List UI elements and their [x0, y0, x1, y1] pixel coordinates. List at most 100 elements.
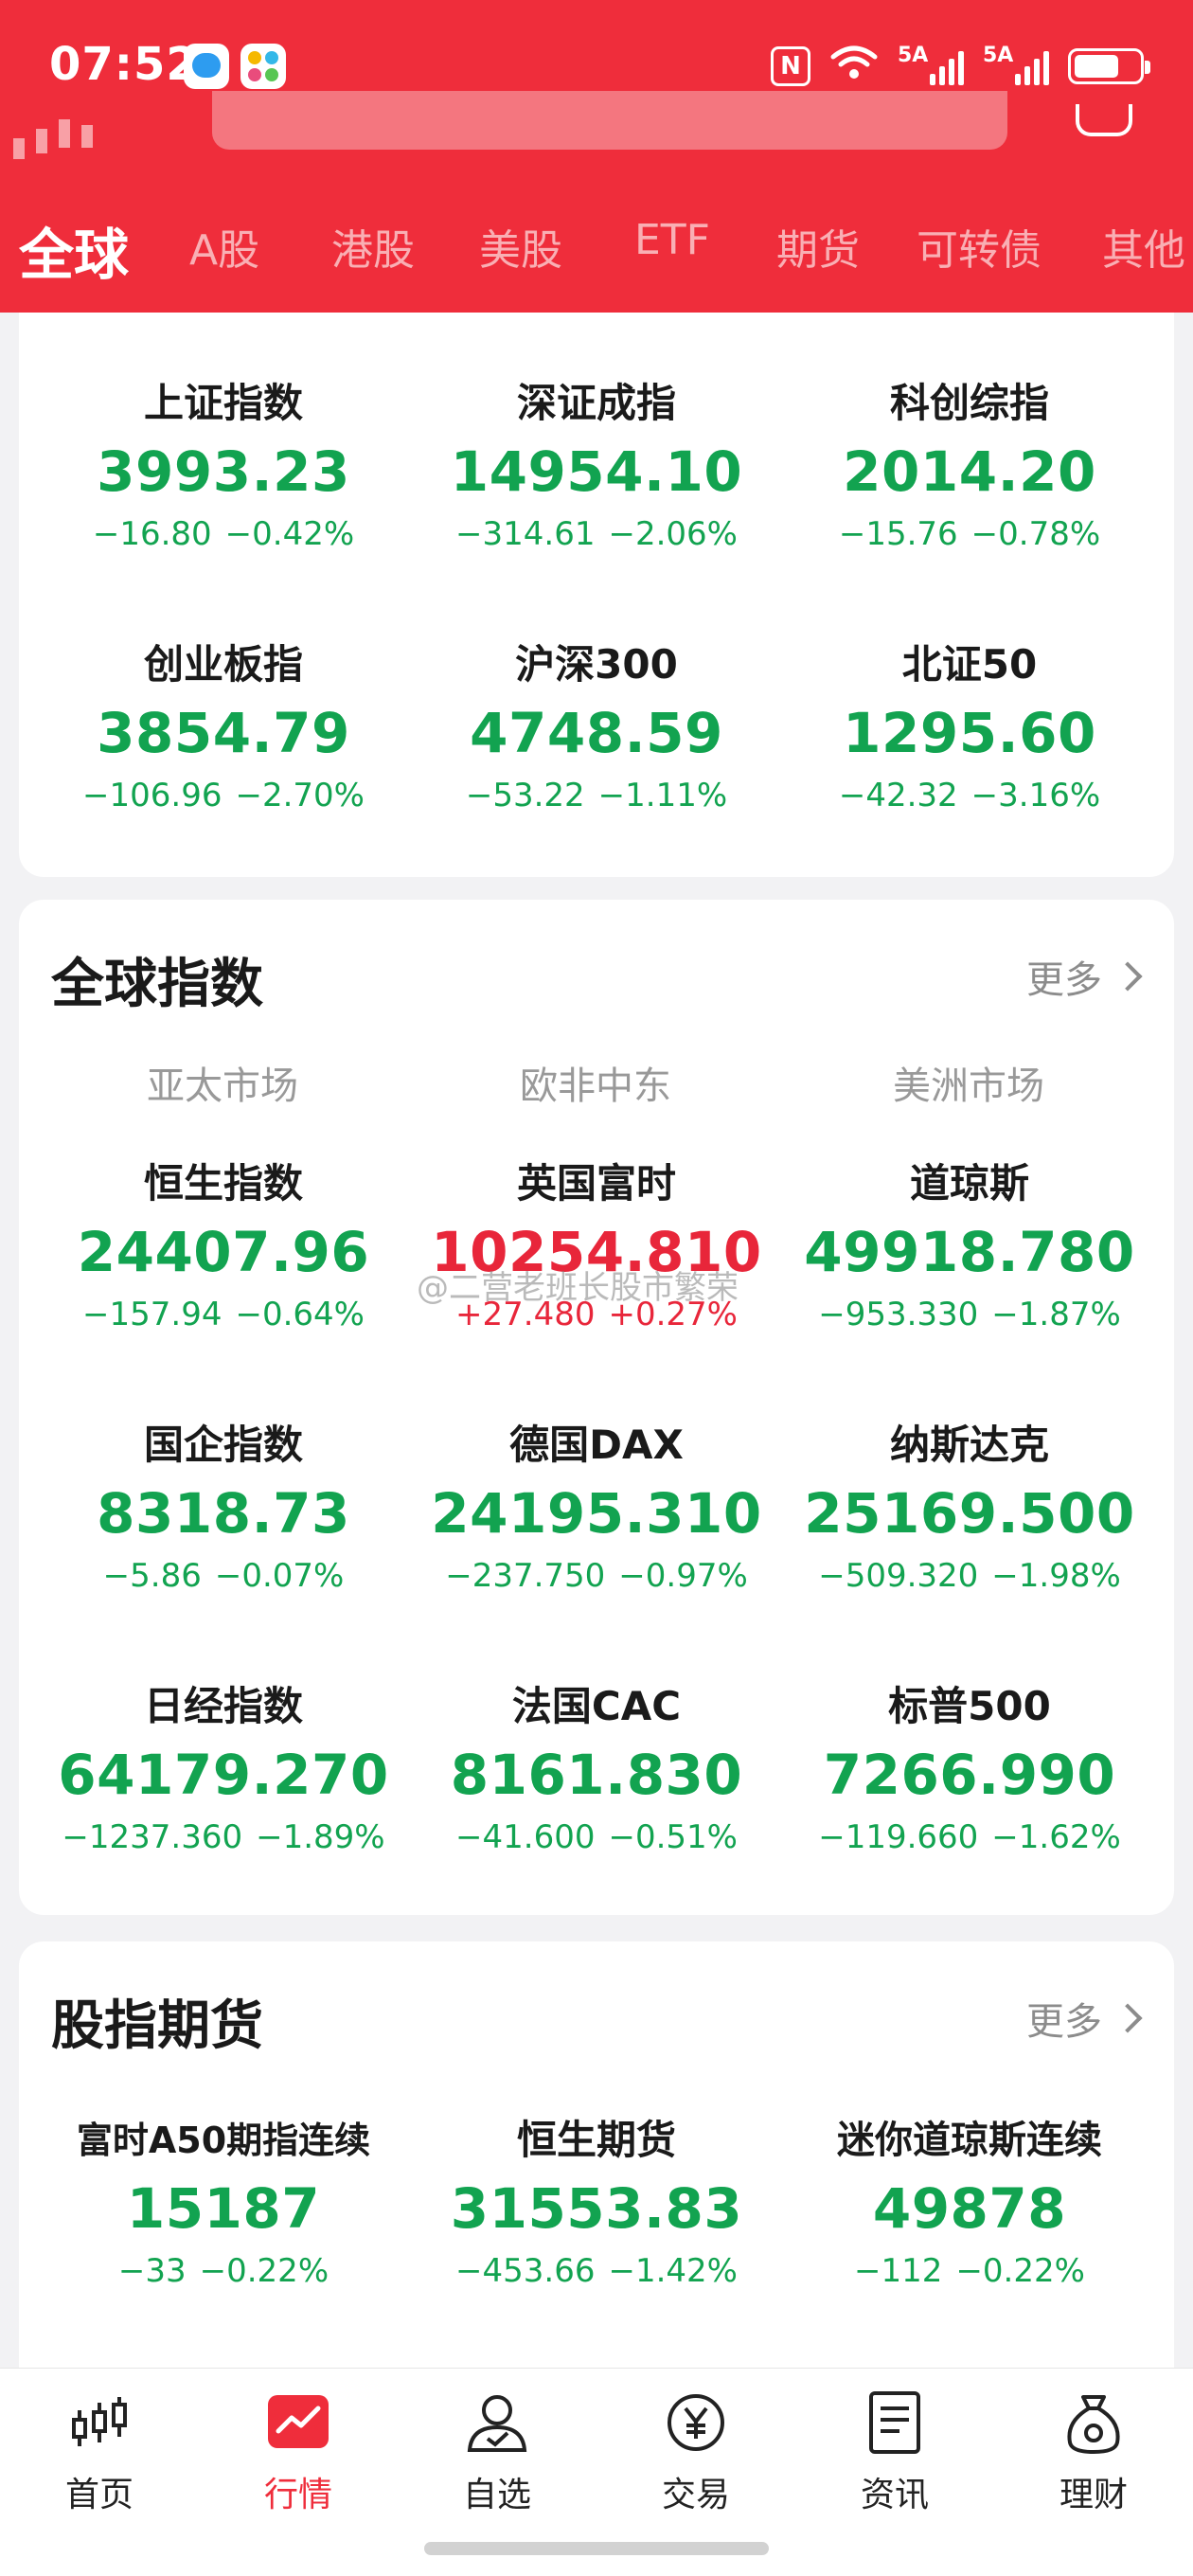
index-cell[interactable]: 英国富时 10254.810 +27.480 +0.27% — [407, 1155, 786, 1337]
index-name: 北证50 — [901, 641, 1038, 688]
index-name: 沪深300 — [515, 641, 678, 688]
index-name: 上证指数 — [143, 380, 303, 426]
index-name: 国企指数 — [143, 1422, 303, 1468]
futures-value: 31553.83 — [450, 2176, 743, 2241]
candlestick-icon — [72, 2397, 127, 2446]
index-change: −119.660 −1.62% — [818, 1818, 1121, 1856]
app-header: 07:52 N 5A 5A 全球 A股 港股 美股 ETF 期货 可转债 其他 — [0, 0, 1193, 313]
index-change: −237.750 −0.97% — [445, 1557, 748, 1595]
news-doc-icon — [869, 2391, 920, 2454]
watermark: @二营老班长股市繁荣 — [417, 1269, 739, 1307]
message-app-icon — [184, 44, 229, 89]
index-value: 7266.990 — [823, 1743, 1116, 1807]
index-change: −157.94 −0.64% — [82, 1296, 365, 1333]
home-indicator[interactable] — [424, 2542, 769, 2555]
index-cell[interactable]: 日经指数 64179.270 −1237.360 −1.89% — [34, 1678, 413, 1860]
index-value: 2014.20 — [843, 439, 1096, 504]
index-cell[interactable]: 法国CAC 8161.830 −41.600 −0.51% — [407, 1678, 786, 1860]
index-name: 科创综指 — [889, 380, 1049, 426]
index-change: −953.330 −1.87% — [818, 1296, 1121, 1333]
tab-us-stocks[interactable]: 美股 — [479, 216, 562, 277]
index-cell[interactable]: 深证成指 14954.10 −314.61 −2.06% — [407, 375, 786, 557]
futures-cell[interactable]: 迷你道琼斯连续 49878 −112 −0.22% — [780, 2112, 1159, 2294]
tab-other[interactable]: 其他 — [1102, 216, 1185, 277]
index-cell[interactable]: 科创综指 2014.20 −15.76 −0.78% — [780, 375, 1159, 557]
index-value: 4748.59 — [470, 701, 723, 765]
index-change: −53.22 −1.11% — [465, 777, 728, 814]
index-change: −5.86 −0.07% — [102, 1557, 345, 1595]
more-label: 更多 — [1026, 2000, 1102, 2044]
nav-market[interactable]: 行情 — [199, 2389, 398, 2516]
index-value: 3993.23 — [97, 439, 350, 504]
index-cell[interactable]: 道琼斯 49918.780 −953.330 −1.87% — [780, 1155, 1159, 1337]
tab-a-shares[interactable]: A股 — [189, 216, 259, 277]
global-indices-card: 全球指数 更多 亚太市场 欧非中东 美洲市场 恒生指数 24407.96 −15… — [19, 900, 1174, 1915]
index-cell[interactable]: 国企指数 8318.73 −5.86 −0.07% — [34, 1417, 413, 1599]
chevron-right-icon — [1113, 2003, 1143, 2033]
battery-icon — [1068, 48, 1150, 84]
index-cell[interactable]: 创业板指 3854.79 −106.96 −2.70% — [34, 636, 413, 818]
section-title: 全球指数 — [51, 954, 263, 1015]
message-icon[interactable] — [1076, 104, 1132, 136]
futures-cell[interactable]: 富时A50期指连续 15187 −33 −0.22% — [34, 2112, 413, 2294]
money-bag-icon — [1067, 2395, 1120, 2455]
nav-label: 资讯 — [860, 2476, 929, 2514]
global-more-link[interactable]: 更多 — [1026, 949, 1143, 1004]
status-time: 07:52 — [49, 38, 199, 91]
index-cell[interactable]: 沪深300 4748.59 −53.22 −1.11% — [407, 636, 786, 818]
index-cell[interactable]: 德国DAX 24195.310 −237.750 −0.97% — [407, 1417, 786, 1599]
region-label: 美洲市场 — [893, 1064, 1044, 1108]
index-value: 3854.79 — [97, 701, 350, 765]
index-value: 14954.10 — [450, 439, 743, 504]
nav-wealth[interactable]: 理财 — [994, 2389, 1193, 2516]
index-name: 法国CAC — [511, 1683, 682, 1729]
tab-global[interactable]: 全球 — [19, 210, 129, 290]
nfc-icon: N — [771, 46, 810, 86]
region-label: 亚太市场 — [147, 1064, 298, 1108]
index-name: 深证成指 — [516, 380, 676, 426]
nav-home[interactable]: 首页 — [0, 2389, 199, 2516]
index-name: 英国富时 — [516, 1160, 676, 1207]
futures-name: 迷你道琼斯连续 — [837, 2119, 1102, 2162]
futures-change: −453.66 −1.42% — [455, 2252, 738, 2290]
tab-futures[interactable]: 期货 — [776, 216, 860, 277]
futures-cell[interactable]: 恒生期货 31553.83 −453.66 −1.42% — [407, 2112, 786, 2294]
tab-convertible-bonds[interactable]: 可转债 — [917, 216, 1042, 277]
index-change: −1237.360 −1.89% — [62, 1818, 385, 1856]
futures-name: 恒生期货 — [516, 2117, 676, 2163]
index-name: 标普500 — [888, 1683, 1051, 1729]
user-check-icon — [467, 2395, 527, 2452]
index-cell[interactable]: 纳斯达克 25169.500 −509.320 −1.98% — [780, 1417, 1159, 1599]
system-icons: N 5A 5A — [771, 44, 1150, 89]
search-bar[interactable] — [212, 91, 1007, 150]
index-value: 24407.96 — [77, 1220, 370, 1284]
nav-watchlist[interactable]: 自选 — [398, 2389, 596, 2516]
candlestick-logo-icon — [13, 119, 93, 159]
nav-trade[interactable]: 交易 — [596, 2389, 795, 2516]
index-change: −106.96 −2.70% — [82, 777, 365, 814]
index-cell[interactable]: 北证50 1295.60 −42.32 −3.16% — [780, 636, 1159, 818]
index-name: 日经指数 — [143, 1683, 303, 1729]
futures-more-link[interactable]: 更多 — [1026, 1991, 1143, 2046]
futures-change: −33 −0.22% — [117, 2252, 329, 2290]
index-value: 24195.310 — [431, 1481, 762, 1546]
tab-etf[interactable]: ETF — [634, 216, 710, 264]
section-title: 股指期货 — [51, 1995, 263, 2057]
nav-label: 理财 — [1059, 2476, 1128, 2514]
index-value: 8318.73 — [97, 1481, 350, 1546]
index-change: −41.600 −0.51% — [455, 1818, 738, 1856]
tab-hk-stocks[interactable]: 港股 — [331, 216, 415, 277]
index-value: 25169.500 — [804, 1481, 1135, 1546]
region-label: 欧非中东 — [520, 1064, 671, 1108]
index-cell[interactable]: 标普500 7266.990 −119.660 −1.62% — [780, 1678, 1159, 1860]
index-cell[interactable]: 上证指数 3993.23 −16.80 −0.42% — [34, 375, 413, 557]
nav-label: 行情 — [263, 2476, 332, 2514]
more-label: 更多 — [1026, 958, 1102, 1002]
index-futures-card: 股指期货 更多 富时A50期指连续 15187 −33 −0.22% 恒生期货 3… — [19, 1941, 1174, 2377]
nav-news[interactable]: 资讯 — [795, 2389, 994, 2516]
signal-icon: 5A — [983, 44, 1049, 85]
index-value: 1295.60 — [843, 701, 1096, 765]
index-value: 8161.830 — [450, 1743, 743, 1807]
app-store-icon — [240, 44, 286, 89]
index-cell[interactable]: 恒生指数 24407.96 −157.94 −0.64% — [34, 1155, 413, 1337]
